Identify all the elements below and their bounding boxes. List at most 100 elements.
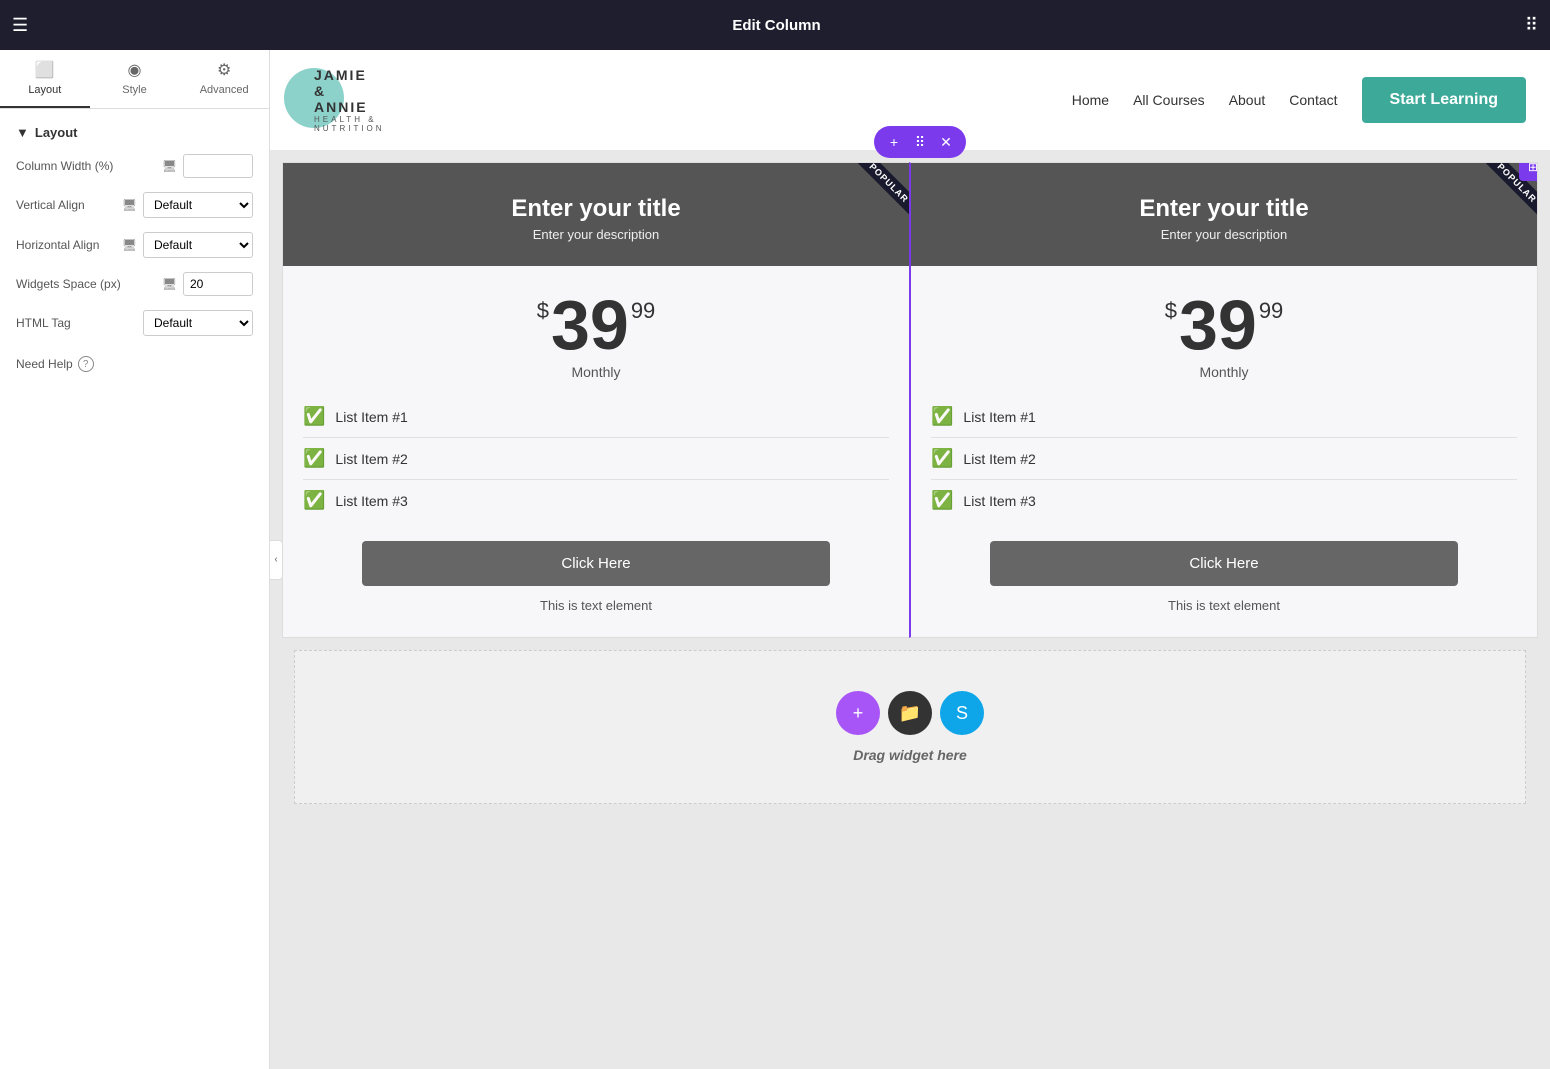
card1-item3: List Item #3 — [335, 493, 407, 509]
tab-style[interactable]: ◉ Style — [90, 50, 180, 108]
pricing-section: + ⠿ ✕ Enter your title Enter your descri… — [282, 162, 1538, 638]
drag-icons-row: + 📁 S — [836, 691, 984, 735]
sidebar: ⬜ Layout ◉ Style ⚙ Advanced ▼ Layout Col… — [0, 50, 270, 1069]
column-toolbar: + ⠿ ✕ — [874, 126, 966, 158]
card1-item1: List Item #1 — [335, 409, 407, 425]
sidebar-collapse-handle[interactable]: ‹ — [269, 540, 283, 580]
sidebar-tabs: ⬜ Layout ◉ Style ⚙ Advanced — [0, 50, 269, 109]
sidebar-body: ▼ Layout Column Width (%) 🖥 Vertical Ali… — [0, 109, 269, 1069]
column-indicator: ⊞ — [1519, 162, 1538, 181]
need-help-link[interactable]: Need Help ? — [16, 356, 253, 372]
card2-list-items: ✅ List Item #1 ✅ List Item #2 ✅ List Ite… — [931, 396, 1517, 521]
html-tag-row: HTML Tag Default — [16, 310, 253, 336]
card2-header: Enter your title Enter your description … — [911, 163, 1537, 266]
card1-body: $ 39 99 Monthly ✅ List Item #1 — [283, 266, 909, 637]
check-icon-5: ✅ — [931, 448, 953, 469]
logo: JAMIE & ANNIE HEALTH & NUTRITION — [294, 65, 384, 135]
card2-desc: Enter your description — [931, 227, 1517, 242]
list-item: ✅ List Item #1 — [303, 396, 889, 438]
tab-layout[interactable]: ⬜ Layout — [0, 50, 90, 108]
card2-price-main: 39 — [1179, 290, 1257, 360]
card1-price-dollar: $ — [537, 298, 549, 324]
card2-text-element: This is text element — [1168, 598, 1280, 613]
tab-style-label: Style — [122, 84, 146, 96]
column-width-row: Column Width (%) 🖥 — [16, 154, 253, 178]
nav-links: Home All Courses About Contact Start Lea… — [1072, 77, 1526, 123]
card1-price-main: 39 — [551, 290, 629, 360]
grid-icon[interactable]: ⠿ — [1525, 15, 1538, 36]
vertical-align-device-icon: 🖥 — [122, 198, 137, 212]
card2-item2: List Item #2 — [963, 451, 1035, 467]
close-column-button[interactable]: ✕ — [934, 130, 958, 154]
pricing-card-2: ⊞ Enter your title Enter your descriptio… — [909, 162, 1538, 638]
card1-text-element: This is text element — [540, 598, 652, 613]
card1-item2: List Item #2 — [335, 451, 407, 467]
tab-layout-label: Layout — [28, 84, 61, 96]
card1-price-period: Monthly — [571, 364, 620, 380]
start-learning-button[interactable]: Start Learning — [1362, 77, 1526, 123]
add-column-button[interactable]: + — [882, 130, 906, 154]
check-icon-1: ✅ — [303, 406, 325, 427]
card1-price-row: $ 39 99 — [537, 290, 656, 360]
vertical-align-select[interactable]: Default — [143, 192, 253, 218]
horizontal-align-select[interactable]: Default — [143, 232, 253, 258]
html-tag-label: HTML Tag — [16, 316, 137, 330]
vertical-align-label: Vertical Align — [16, 198, 113, 212]
widgets-space-row: Widgets Space (px) 🖥 — [16, 272, 253, 296]
card2-price-dollar: $ — [1165, 298, 1177, 324]
tab-advanced[interactable]: ⚙ Advanced — [179, 50, 269, 108]
widgets-space-input[interactable] — [183, 272, 253, 296]
topbar: ☰ Edit Column ⠿ — [0, 0, 1550, 50]
plugin-icon-button[interactable]: S — [940, 691, 984, 735]
card2-title: Enter your title — [931, 195, 1517, 223]
add-widget-button[interactable]: + — [836, 691, 880, 735]
need-help-label: Need Help — [16, 357, 73, 371]
card2-body: $ 39 99 Monthly ✅ List Item #1 — [911, 266, 1537, 637]
menu-icon[interactable]: ☰ — [12, 15, 28, 36]
card2-price-row: $ 39 99 — [1165, 290, 1284, 360]
logo-text: JAMIE & ANNIE — [314, 67, 385, 115]
card1-cta-button[interactable]: Click Here — [362, 541, 831, 586]
layout-icon: ⬜ — [35, 60, 55, 80]
style-icon: ◉ — [128, 60, 142, 80]
card1-title: Enter your title — [303, 195, 889, 223]
nav-all-courses[interactable]: All Courses — [1133, 92, 1205, 108]
card2-cta-button[interactable]: Click Here — [990, 541, 1459, 586]
column-width-input[interactable] — [183, 154, 253, 178]
topbar-title: Edit Column — [40, 17, 1513, 34]
drag-text: Drag widget here — [853, 747, 967, 763]
layout-section-title: ▼ Layout — [16, 125, 253, 140]
list-item: ✅ List Item #3 — [931, 480, 1517, 521]
main-layout: ⬜ Layout ◉ Style ⚙ Advanced ▼ Layout Col… — [0, 50, 1550, 1069]
card2-price-period: Monthly — [1199, 364, 1248, 380]
check-icon-4: ✅ — [931, 406, 953, 427]
check-icon-3: ✅ — [303, 490, 325, 511]
check-icon-2: ✅ — [303, 448, 325, 469]
drag-widget-area: + 📁 S Drag widget here — [294, 650, 1526, 804]
list-item: ✅ List Item #3 — [303, 480, 889, 521]
move-column-button[interactable]: ⠿ — [908, 130, 932, 154]
help-icon: ? — [78, 356, 94, 372]
horizontal-align-device-icon: 🖥 — [122, 238, 137, 252]
card2-price-cents: 99 — [1259, 298, 1283, 324]
vertical-align-row: Vertical Align 🖥 Default — [16, 192, 253, 218]
check-icon-6: ✅ — [931, 490, 953, 511]
column-width-device-icon: 🖥 — [162, 159, 177, 173]
page-content: + ⠿ ✕ Enter your title Enter your descri… — [270, 150, 1550, 828]
nav-about[interactable]: About — [1229, 92, 1266, 108]
nav-home[interactable]: Home — [1072, 92, 1109, 108]
list-item: ✅ List Item #1 — [931, 396, 1517, 438]
card1-badge: POPULAR — [829, 163, 909, 243]
widgets-space-label: Widgets Space (px) — [16, 277, 153, 291]
nav-contact[interactable]: Contact — [1289, 92, 1337, 108]
pricing-row: Enter your title Enter your description … — [282, 162, 1538, 638]
folder-icon-button[interactable]: 📁 — [888, 691, 932, 735]
horizontal-align-row: Horizontal Align 🖥 Default — [16, 232, 253, 258]
logo-subtext: HEALTH & NUTRITION — [314, 115, 385, 133]
section-arrow-icon: ▼ — [16, 125, 29, 140]
card2-item1: List Item #1 — [963, 409, 1035, 425]
html-tag-select[interactable]: Default — [143, 310, 253, 336]
pricing-card-1: Enter your title Enter your description … — [282, 162, 909, 638]
list-item: ✅ List Item #2 — [303, 438, 889, 480]
card1-header: Enter your title Enter your description … — [283, 163, 909, 266]
